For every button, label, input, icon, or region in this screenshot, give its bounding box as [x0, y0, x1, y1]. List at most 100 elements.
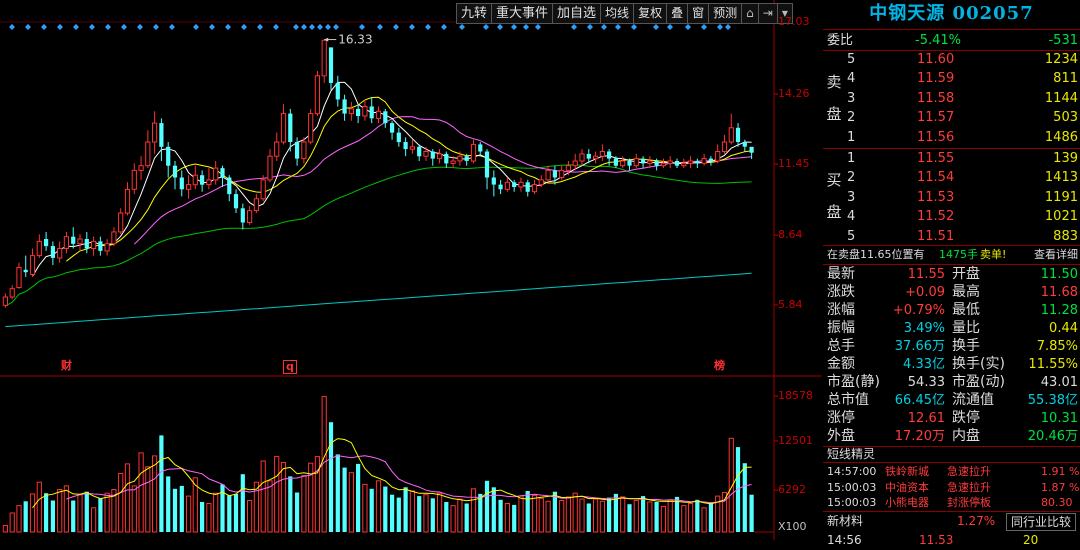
buy-level-2[interactable]: 2 11.54 1413 [823, 168, 1080, 187]
kline-chart-panel[interactable]: 16.33 九转 重大事件 加自选 均线 复权叠窗预测 ⌂ ⇥ ▾ 17.03 14.26 1… [0, 0, 822, 540]
stat-row: 总市值 66.45亿 流通值 55.38亿 [823, 391, 1080, 410]
candle-body-down [23, 269, 28, 273]
stat-row: 振幅 3.49% 量比 0.44 [823, 319, 1080, 338]
volume-bar-down [233, 493, 239, 532]
candle-body-down [166, 146, 171, 166]
stat-label: 外盘 [827, 428, 855, 444]
overlay-button[interactable]: 叠 [666, 3, 688, 24]
sell-level-3[interactable]: 3 11.58 1144 [823, 89, 1080, 108]
sell-level-5[interactable]: 5 11.60 1234 [823, 50, 1080, 69]
volume-bar-up [620, 496, 626, 533]
volume-bar-up [504, 503, 510, 533]
tick-row: 14:56 11.53 20 [823, 531, 1080, 550]
marker-bang[interactable]: 榜 [712, 360, 727, 372]
candle-body-up [77, 238, 83, 245]
quote-panel: 中钢天源 002057 委比 -5.41% -531 卖 盘 5 11.60 123… [823, 0, 1080, 547]
marker-q[interactable]: q [283, 360, 297, 374]
level-volume: 811 [1053, 71, 1078, 87]
tick-price: 11.53 [919, 533, 954, 547]
view-detail-link[interactable]: 查看详细 [1034, 245, 1078, 264]
candle-body-up [633, 158, 639, 167]
candle-body-up [321, 39, 327, 77]
event-diamond [121, 24, 127, 30]
sell-level-4[interactable]: 4 11.59 811 [823, 69, 1080, 88]
sell-level-2[interactable]: 2 11.57 503 [823, 108, 1080, 127]
sector-row[interactable]: 新材料 1.27% 同行业比较 [823, 512, 1080, 531]
volume-bar-down [159, 435, 164, 532]
volume-bar-down [464, 503, 469, 532]
level-price: 11.55 [917, 151, 955, 166]
tick-vol: 20 [1023, 533, 1039, 547]
stat-value: 11.55 [907, 267, 945, 282]
volume-bar-down [627, 504, 632, 532]
volume-bar-up [36, 481, 42, 533]
candle-body-up [36, 240, 42, 257]
stat-label: 流通值 [952, 392, 994, 408]
lock-icon[interactable]: ⌂ [741, 3, 758, 24]
level-num: 1 [847, 151, 856, 166]
volume-bar-up [213, 492, 219, 533]
skip-end-icon[interactable]: ⇥ [757, 3, 777, 24]
stat-label: 量比 [952, 320, 980, 336]
forecast-button[interactable]: 预测 [708, 3, 742, 24]
volume-bar-up [538, 497, 544, 533]
kline-chart-svg[interactable]: 16.33 [0, 0, 822, 540]
short-line-item[interactable]: 14:57:00 铁岭新城 急速拉升 1.91 % [827, 464, 1080, 479]
event-diamond [409, 24, 415, 30]
candle-body-down [335, 82, 340, 100]
level-price: 11.53 [917, 189, 955, 205]
stat-value: 11.55% [1028, 357, 1078, 372]
volume-bar-up [2, 524, 8, 533]
candle-body-up [715, 151, 721, 162]
item-pct: 1.91 % [1041, 465, 1080, 478]
item-stock: 铁岭新城 [885, 465, 929, 478]
candle-body-up [118, 212, 124, 233]
volume-bar-up [267, 480, 273, 533]
add-watchlist-button[interactable]: 加自选 [552, 3, 601, 24]
jiuzhuan-button[interactable]: 九转 [456, 3, 492, 24]
volume-bar-up [186, 495, 192, 533]
volume-bar-down [444, 502, 449, 532]
volume-bar-up [91, 507, 97, 533]
stat-label: 换手 [952, 338, 980, 354]
short-line-item[interactable]: 15:00:03 小熊电器 封涨停板 80.30 [827, 495, 1080, 510]
candle-body-down [627, 161, 632, 166]
ma-line-button[interactable]: 均线 [600, 3, 634, 24]
stat-label: 跌停 [952, 410, 980, 426]
volume-bar-down [641, 496, 646, 532]
stat-value: 55.38亿 [1027, 393, 1078, 408]
marker-cai[interactable]: 财 [59, 360, 74, 372]
candle-body-down [674, 161, 680, 166]
event-diamond [105, 24, 111, 30]
level-volume: 139 [1053, 151, 1078, 166]
candle-body-down [390, 123, 395, 133]
window-button[interactable]: 窗 [687, 3, 709, 24]
candle-body-up [660, 162, 666, 167]
buy-level-1[interactable]: 1 11.55 139 [823, 149, 1080, 168]
candle-body-down [71, 236, 76, 244]
industry-compare-button[interactable]: 同行业比较 [1005, 513, 1076, 531]
event-diamond [301, 24, 307, 30]
price-tick-4: 8.64 [778, 228, 803, 241]
volume-bar-up [721, 492, 728, 533]
sell-level-1[interactable]: 1 11.56 1486 [823, 128, 1080, 147]
candle-body-up [572, 160, 578, 167]
volume-bar-up [63, 485, 70, 533]
event-diamond [57, 24, 63, 30]
short-line-item[interactable]: 15:00:03 中油资本 急速拉升 1.87 % [827, 480, 1080, 495]
candle-body-down [84, 239, 89, 249]
candle-body-up [559, 169, 565, 178]
volume-bar-up [559, 500, 565, 533]
level-num: 4 [847, 71, 856, 87]
buy-level-3[interactable]: 3 11.53 1191 [823, 188, 1080, 207]
price-tick-1: 17.03 [778, 15, 810, 28]
event-diamond [377, 24, 383, 30]
adjust-button[interactable]: 复权 [633, 3, 667, 24]
big-order-alert[interactable]: 在卖盘11.65位置有 1475手 卖单! 查看详细 [823, 245, 1080, 264]
volume-bar-down [172, 488, 178, 532]
major-events-button[interactable]: 重大事件 [491, 3, 553, 24]
candle-body-down [227, 177, 232, 195]
buy-level-4[interactable]: 4 11.52 1021 [823, 207, 1080, 226]
buy-level-5[interactable]: 5 11.51 883 [823, 227, 1080, 246]
stat-row: 涨停 12.61 跌停 10.31 [823, 409, 1080, 428]
